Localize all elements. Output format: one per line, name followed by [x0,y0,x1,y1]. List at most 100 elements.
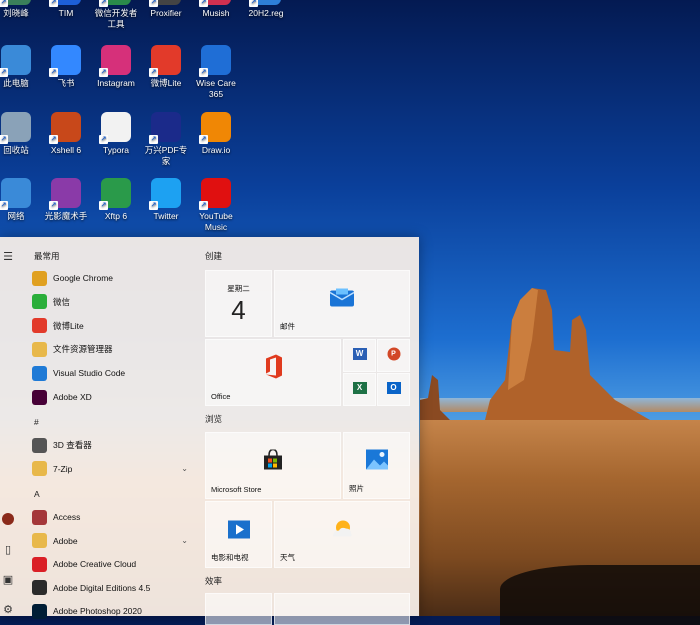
desktop-icon[interactable]: ↗ 此电脑 [0,45,41,89]
weibo-icon: ↗ [149,45,181,77]
weather-label: 天气 [280,553,295,562]
desktop-icon[interactable]: ↗ Musish [191,0,241,19]
microsoft-store-tile[interactable]: Microsoft Store [205,432,341,499]
desktop-icon-label: 万兴PDF专家 [144,145,188,166]
twitter-icon: ↗ [149,178,181,210]
app-list-item-label: Adobe XD [53,392,92,402]
shortcut-arrow-icon: ↗ [0,135,8,144]
efficiency-tile-1[interactable] [205,593,272,625]
shortcut-arrow-icon: ↗ [149,135,158,144]
3d-viewer-icon [32,437,47,453]
movies-tv-tile[interactable]: 电影和电视 [205,501,272,568]
photos-icon [365,449,388,475]
calendar-tile[interactable]: 星期二 4 [205,270,272,337]
app-list-item[interactable]: Adobe Creative Cloud [32,555,192,573]
shortcut-arrow-icon: ↗ [49,201,58,210]
desktop-icon[interactable]: ↗ 光影魔术手 [41,178,91,222]
desktop-icon[interactable]: ↗ 飞书 [41,45,91,89]
user-folder-icon: ↗ [0,0,31,7]
app-list-item[interactable]: 微信 [32,293,192,311]
store-icon [262,448,284,475]
desktop-icon[interactable]: ↗ Draw.io [191,112,241,156]
outlook-tile[interactable]: O [377,373,410,406]
desktop-icon-label: 光影魔术手 [44,211,88,221]
weather-icon [329,519,355,544]
desktop-icon[interactable]: ↗ Proxifier [141,0,191,19]
instagram-icon: ↗ [99,45,131,77]
group-create-header: 创建 [205,251,223,261]
desktop-icon[interactable]: ↗ 网络 [0,178,41,222]
desktop-icon-label: Twitter [153,211,179,221]
app-list-item[interactable]: Google Chrome [32,269,192,287]
app-list-item[interactable]: Adobe Digital Editions 4.5 [32,579,192,597]
calendar-date: 4 [231,295,246,325]
app-list-item[interactable]: Adobe ⌄ [32,532,192,550]
mail-label: 邮件 [280,322,295,331]
app-list-item[interactable]: Adobe Photoshop 2020 [32,602,192,620]
desktop-icon-label: Xshell 6 [50,145,82,155]
app-list-item[interactable]: Access [32,508,192,526]
desktop-icon[interactable]: ↗ Typora [91,112,141,156]
app-list-item[interactable]: 微博Lite [32,317,192,335]
app-list-item[interactable]: Visual Studio Code [32,364,192,382]
weibo-icon [32,318,47,334]
desktop-icon[interactable]: ↗ YouTube Music [191,178,241,233]
app-list-item[interactable]: Adobe XD [32,388,192,406]
desktop-icon[interactable]: ↗ 20H2.reg [241,0,291,19]
settings-icon[interactable]: ⚙ [2,604,14,616]
mail-tile[interactable]: 邮件 [274,270,410,337]
documents-icon[interactable]: ▯ [2,544,14,556]
office-icon [263,354,283,384]
desktop-icon-label: 此电脑 [3,78,29,88]
app-list-item-label: Access [53,512,81,522]
app-list-item[interactable]: 7-Zip ⌄ [32,460,192,478]
shortcut-arrow-icon: ↗ [149,68,158,77]
desktop-icon[interactable]: ↗ Instagram [91,45,141,89]
photos-tile[interactable]: 照片 [343,432,410,499]
movies-label: 电影和电视 [211,553,249,562]
weather-tile[interactable]: 天气 [274,501,410,568]
app-list: 最常用 Google Chrome 微信 微博Lite 文件资源管理器 Visual S… [26,237,198,619]
desktop-icon[interactable]: ↗ Wise Care 365 [191,45,241,100]
pictures-icon[interactable]: ▣ [2,574,14,586]
desktop-icon[interactable]: ↗ Xshell 6 [41,112,91,156]
network-icon: ↗ [0,178,31,210]
powerpoint-tile[interactable]: P [377,339,410,372]
desktop-icon[interactable]: ↗ TIM [41,0,91,19]
wise-care-icon: ↗ [199,45,231,77]
app-list-item-label: 微信 [53,296,71,307]
desktop-icon[interactable]: ↗ 万兴PDF专家 [141,112,191,167]
reg-file-icon: ↗ [249,0,281,7]
app-list-item-label: Google Chrome [53,273,114,283]
desktop-icon-label: Musish [202,8,230,18]
hamburger-menu-icon[interactable]: ☰ [2,251,14,263]
desktop-icon[interactable]: ↗ 微信开发者工具 [91,0,141,30]
desktop-icon-label: Proxifier [150,8,182,18]
desktop-icon[interactable]: ↗ Twitter [141,178,191,222]
desktop-icon[interactable]: ↗ Xftp 6 [91,178,141,222]
musish-icon: ↗ [199,0,231,7]
digital-editions-icon [32,580,47,595]
section-hash-header[interactable]: # [34,417,39,427]
shortcut-arrow-icon: ↗ [49,68,58,77]
excel-tile[interactable]: X [343,373,376,406]
neoimaging-icon: ↗ [49,178,81,210]
outlook-icon: O [386,381,401,394]
desktop-icon[interactable]: ↗ 微博Lite [141,45,191,89]
word-tile[interactable]: W [343,339,376,372]
desktop-icon[interactable]: ↗ 刘晓峰 [0,0,41,19]
folder-icon [32,533,47,548]
office-tile[interactable]: Office [205,339,341,406]
word-icon: W [352,347,367,360]
chevron-down-icon: ⌄ [181,536,188,545]
user-avatar[interactable] [2,513,14,525]
app-list-item[interactable]: 3D 查看器 [32,436,192,454]
store-label: Microsoft Store [211,485,262,494]
section-a-header[interactable]: A [34,489,40,499]
shortcut-arrow-icon: ↗ [0,201,8,210]
desktop-icon-label: 微信开发者工具 [94,8,138,29]
efficiency-tile-2[interactable] [274,593,410,625]
desktop-icon[interactable]: ↗ 回收站 [0,112,41,156]
app-list-item[interactable]: 文件资源管理器 [32,340,192,358]
wechat-icon [32,294,47,310]
